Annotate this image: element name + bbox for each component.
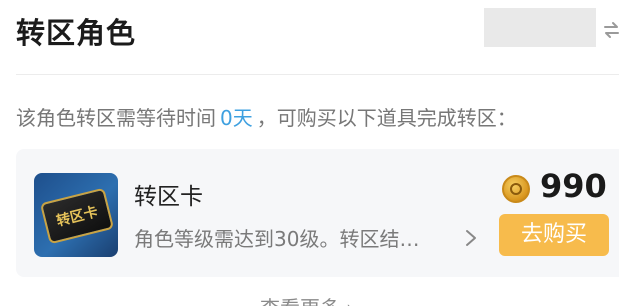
buy-button[interactable]: 去购买 <box>499 214 609 256</box>
card-plate: 转区卡 <box>39 187 115 245</box>
view-more-label: 查看更多 <box>260 296 340 306</box>
wait-time-notice: 该角色转区需等待时间 0天 ，可购买以下道具完成转区： <box>16 102 517 131</box>
wait-days: 0天 <box>220 106 253 130</box>
chevron-right-icon[interactable] <box>464 229 478 247</box>
masked-area <box>484 8 596 47</box>
notice-prefix: 该角色转区需等待时间 <box>16 106 216 130</box>
chevron-right-icon: › <box>346 296 354 306</box>
thumbnail-label: 转区卡 <box>54 204 100 230</box>
view-more-link[interactable]: 查看更多 › <box>260 292 354 306</box>
item-price: 990 <box>540 167 607 205</box>
coin-icon <box>502 175 530 203</box>
header-divider <box>16 74 619 75</box>
transfer-card-thumbnail: 转区卡 <box>34 173 118 257</box>
transfer-card-item[interactable]: 转区卡 转区卡 角色等级需达到30级。转区结… 990 去购买 <box>16 149 619 277</box>
notice-suffix: ，可购买以下道具完成转区： <box>256 106 517 130</box>
page-title: 转区角色 <box>16 16 137 50</box>
swap-icon[interactable] <box>604 20 619 40</box>
item-name: 转区卡 <box>134 184 203 210</box>
item-description: 角色等级需达到30级。转区结… <box>134 227 420 251</box>
